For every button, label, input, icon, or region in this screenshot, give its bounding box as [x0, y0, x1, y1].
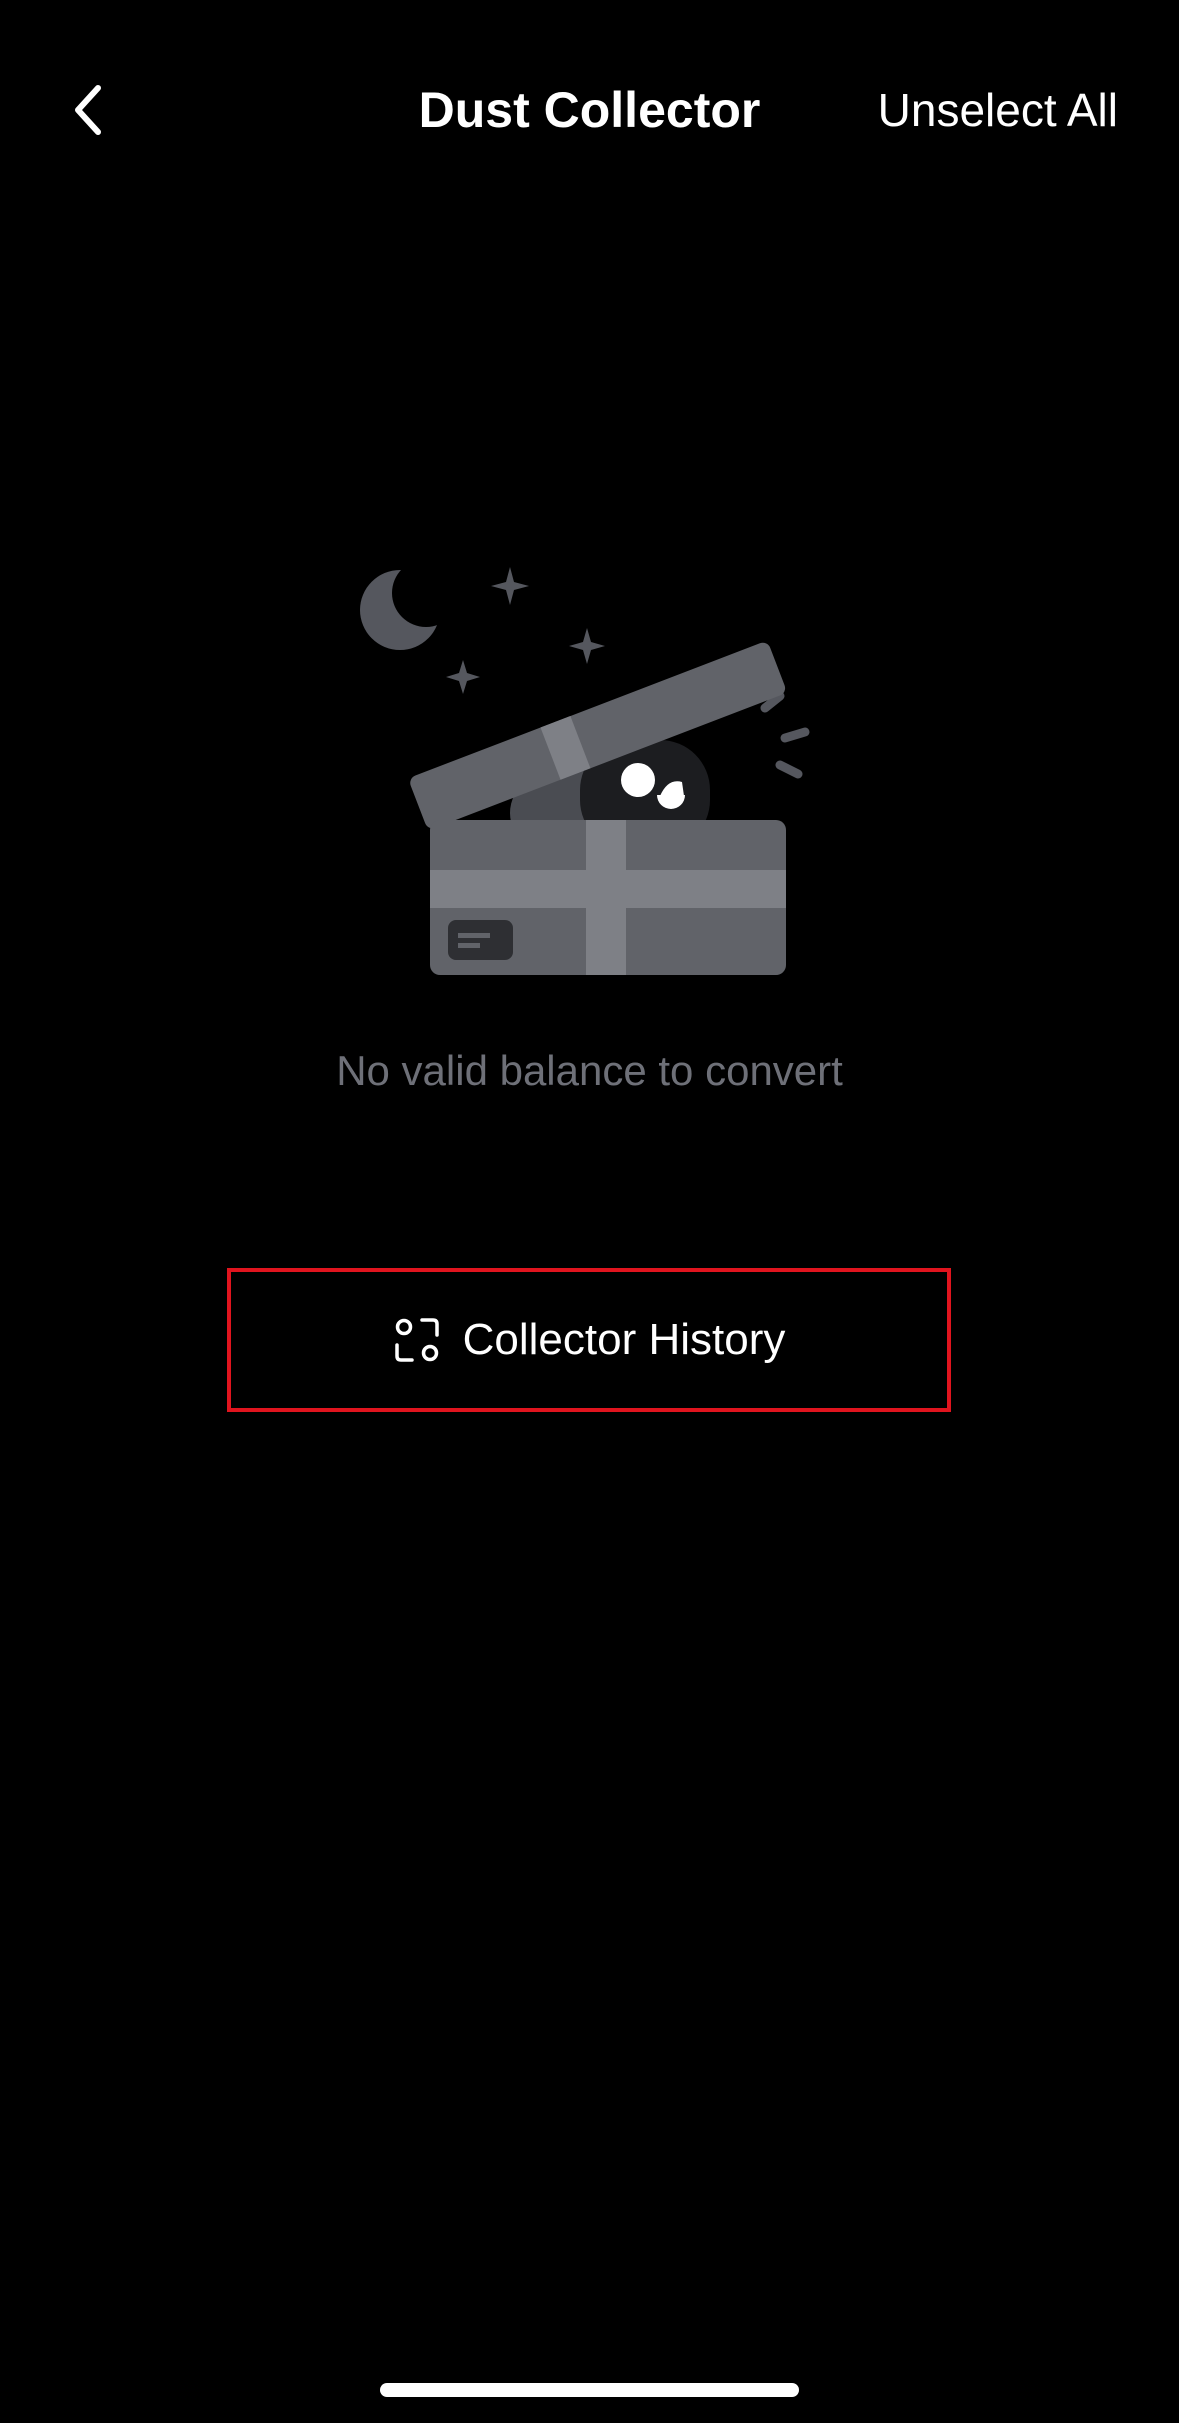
home-indicator	[380, 2383, 799, 2397]
box-body	[430, 820, 786, 975]
sparkle-icon	[491, 567, 529, 605]
history-records-icon	[394, 1318, 439, 1362]
moon-icon	[360, 559, 460, 650]
sparkle-icon	[569, 628, 605, 664]
collector-history-label: Collector History	[462, 1315, 786, 1364]
empty-state-illustration	[360, 559, 810, 975]
unselect-all-button[interactable]: Unselect All	[878, 80, 1118, 140]
collector-history-button[interactable]: Collector History	[227, 1268, 951, 1412]
top-navigation-bar: Dust Collector Unselect All	[0, 0, 1179, 220]
empty-state-message: No valid balance to convert	[336, 1047, 843, 1094]
chevron-left-icon	[75, 85, 101, 135]
motion-lines	[760, 691, 810, 779]
sparkle-icon	[446, 660, 480, 694]
back-button[interactable]	[48, 70, 128, 150]
